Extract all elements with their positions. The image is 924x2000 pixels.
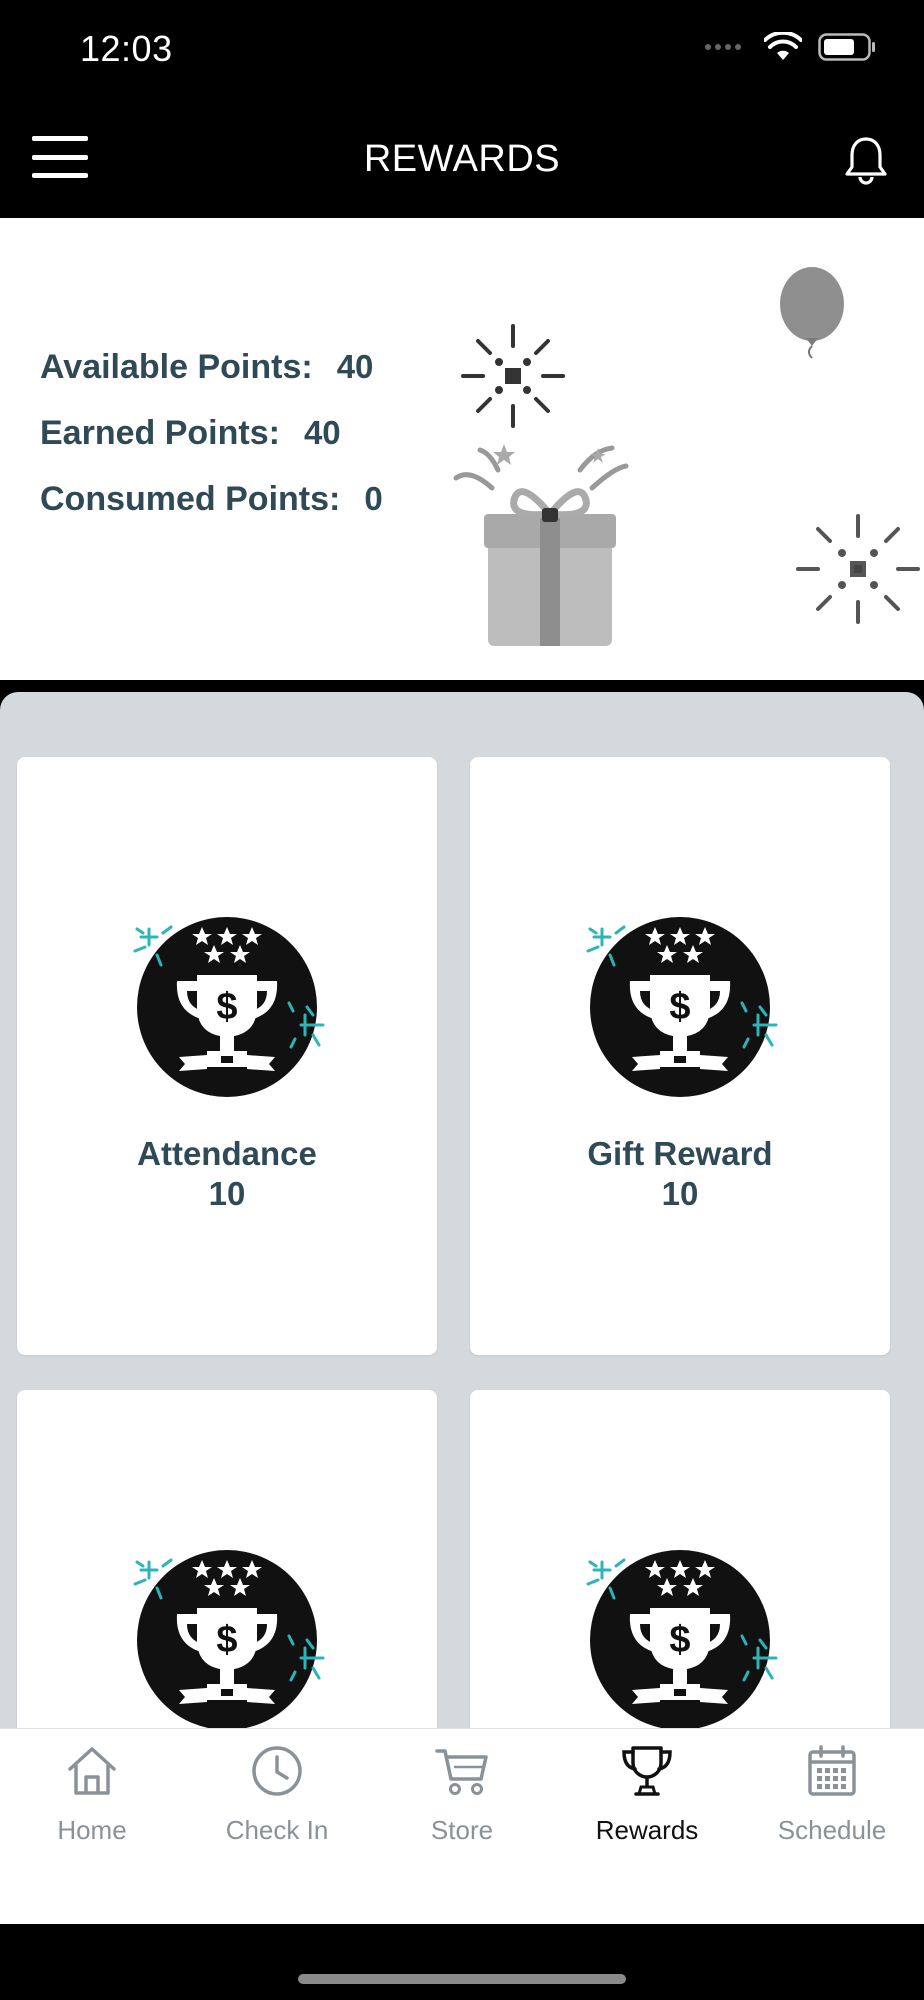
reward-name: Attendance bbox=[137, 1135, 317, 1172]
home-indicator-area bbox=[0, 1924, 924, 2000]
trophy-badge-icon: $ bbox=[586, 1550, 778, 1728]
cart-icon bbox=[435, 1749, 488, 1795]
consumed-points-row: Consumed Points: 0 bbox=[40, 480, 383, 546]
signal-icon bbox=[705, 44, 741, 50]
trophy-icon bbox=[622, 1746, 672, 1796]
points-list: Available Points: 40 Earned Points: 40 C… bbox=[40, 348, 383, 546]
trophy-badge-icon: $ bbox=[133, 1550, 325, 1728]
earned-points-value: 40 bbox=[303, 414, 341, 451]
consumed-points-value: 0 bbox=[364, 480, 383, 517]
tab-label: Schedule bbox=[777, 1815, 887, 1845]
page-title: REWARDS bbox=[363, 138, 561, 180]
tab-rewards[interactable]: Rewards bbox=[555, 1729, 739, 1859]
consumed-points-label: Consumed Points: bbox=[40, 480, 341, 518]
available-points-row: Available Points: 40 bbox=[40, 348, 383, 414]
home-indicator[interactable] bbox=[298, 1974, 626, 1984]
tab-label: Store bbox=[430, 1815, 494, 1845]
status-bar: 12:03 bbox=[0, 0, 924, 100]
svg-text:$: $ bbox=[669, 1619, 690, 1661]
status-time: 12:03 bbox=[80, 28, 173, 69]
header: REWARDS bbox=[0, 100, 924, 218]
reward-card[interactable]: $ Gift Reward 10 bbox=[470, 757, 890, 1355]
earned-points-row: Earned Points: 40 bbox=[40, 414, 383, 480]
tab-label: Rewards bbox=[595, 1815, 699, 1845]
notifications-button[interactable] bbox=[840, 134, 892, 186]
svg-text:$: $ bbox=[216, 986, 237, 1028]
battery-icon bbox=[818, 33, 875, 61]
gift-box-icon bbox=[453, 444, 629, 646]
home-icon bbox=[68, 1747, 116, 1795]
reward-points: 10 bbox=[208, 1175, 246, 1212]
reward-card[interactable]: $ bbox=[17, 1390, 437, 1728]
tab-home[interactable]: Home bbox=[0, 1729, 184, 1859]
firework-icon bbox=[796, 514, 920, 624]
trophy-badge-icon: $ bbox=[586, 917, 778, 1097]
earned-points-label: Earned Points: bbox=[40, 414, 280, 452]
available-points-value: 40 bbox=[336, 348, 374, 385]
available-points-label: Available Points: bbox=[40, 348, 313, 386]
tab-label: Check In bbox=[225, 1815, 329, 1845]
svg-text:$: $ bbox=[216, 1619, 237, 1661]
clock-icon bbox=[252, 1746, 302, 1796]
reward-card[interactable]: $ Attendance 10 bbox=[17, 757, 437, 1355]
tab-check-in[interactable]: Check In bbox=[185, 1729, 369, 1859]
svg-text:$: $ bbox=[669, 986, 690, 1028]
wifi-icon bbox=[764, 32, 802, 60]
bottom-tab-bar: Home Check In Store Rewards Schedule bbox=[0, 1728, 924, 1924]
gift-celebration-illustration bbox=[453, 267, 920, 646]
status-icons bbox=[704, 32, 876, 62]
tab-schedule[interactable]: Schedule bbox=[740, 1729, 924, 1859]
reward-card[interactable]: $ bbox=[470, 1390, 890, 1728]
reward-name: Gift Reward bbox=[587, 1135, 773, 1172]
tab-label: Home bbox=[57, 1815, 127, 1845]
bell-icon bbox=[845, 137, 887, 185]
trophy-badge-icon: $ bbox=[133, 917, 325, 1097]
balloon-icon bbox=[780, 267, 844, 359]
rewards-grid: $ Attendance 10 $ Gift Reward 10 $ $ bbox=[0, 692, 924, 1728]
reward-points: 10 bbox=[661, 1175, 699, 1212]
firework-icon bbox=[461, 324, 565, 428]
points-summary: Available Points: 40 Earned Points: 40 C… bbox=[0, 218, 924, 680]
tab-store[interactable]: Store bbox=[370, 1729, 554, 1859]
calendar-icon bbox=[808, 1745, 856, 1796]
